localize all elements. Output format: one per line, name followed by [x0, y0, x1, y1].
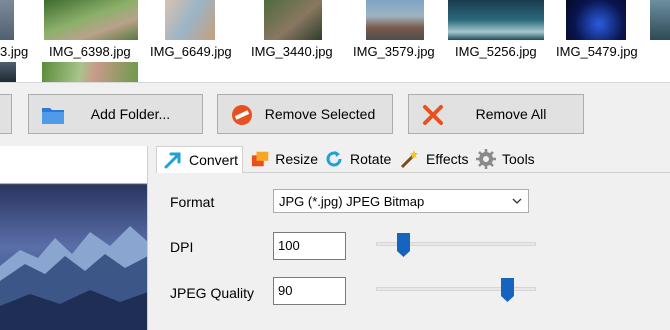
add-files-button[interactable] — [0, 94, 12, 134]
thumbnail-image[interactable] — [0, 62, 16, 82]
jpeg-quality-slider-thumb[interactable] — [501, 278, 514, 302]
jpeg-quality-input[interactable]: 90 — [273, 277, 346, 305]
tab-convert[interactable]: Convert — [156, 146, 243, 173]
dpi-label: DPI — [170, 239, 194, 255]
format-select-value: JPG (*.jpg) JPEG Bitmap — [279, 194, 425, 209]
jpeg-quality-input-value: 90 — [278, 283, 293, 298]
effects-wand-icon — [400, 150, 419, 169]
convert-panel: Format JPG (*.jpg) JPEG Bitmap DPI 100 J… — [156, 172, 670, 330]
thumbnail-caption: IMG_3579.jpg — [353, 44, 435, 59]
dpi-input[interactable]: 100 — [273, 232, 346, 260]
thumbnail-image — [448, 0, 544, 40]
tab-label: Resize — [275, 151, 318, 167]
thumbnail-image — [566, 0, 626, 40]
tab-effects[interactable]: Effects — [394, 146, 470, 172]
remove-all-button[interactable]: Remove All — [408, 94, 584, 134]
dpi-slider[interactable] — [376, 233, 536, 257]
toolbar: Add Folder... Remove Selected Remove All — [0, 82, 670, 146]
remove-selected-icon — [232, 105, 252, 125]
close-x-icon — [423, 105, 443, 125]
thumbnail-image — [264, 0, 322, 40]
resize-icon — [251, 151, 269, 167]
thumbnail-image[interactable] — [42, 62, 138, 82]
tab-label: Tools — [502, 151, 535, 167]
add-folder-button[interactable]: Add Folder... — [28, 94, 203, 134]
thumbnail-caption: IMG_5479.jpg — [556, 44, 638, 59]
jpeg-quality-label: JPEG Quality — [170, 285, 255, 301]
thumbnail-caption: 3.jpg — [0, 44, 29, 59]
tab-label: Rotate — [350, 151, 392, 167]
rotate-icon — [326, 151, 342, 167]
tab-label: Effects — [426, 151, 469, 167]
thumbnail-caption: IMG_3440.jpg — [251, 44, 333, 59]
chevron-down-icon — [512, 198, 522, 204]
dpi-slider-thumb[interactable] — [397, 233, 410, 257]
thumbnail-caption: IMG_5256.jpg — [455, 44, 537, 59]
dpi-input-value: 100 — [278, 238, 300, 253]
jpeg-quality-slider[interactable] — [376, 278, 536, 302]
tab-label: Convert — [189, 152, 239, 168]
tab-resize[interactable]: Resize — [245, 146, 318, 172]
thumbnail-strip: 3.jpg IMG_6398.jpg IMG_6649.jpg IMG_3440… — [0, 0, 670, 82]
folder-icon — [42, 108, 64, 124]
thumbnail-image — [44, 0, 138, 40]
convert-arrow-icon — [164, 152, 181, 169]
thumbnail-caption: IMG_6398.jpg — [49, 44, 131, 59]
preview-image — [0, 146, 147, 330]
thumbnail-caption: IMG_6649.jpg — [150, 44, 232, 59]
thumbnail-image — [650, 0, 670, 40]
remove-selected-button[interactable]: Remove Selected — [217, 94, 393, 134]
format-select[interactable]: JPG (*.jpg) JPEG Bitmap — [273, 189, 529, 213]
tab-rotate[interactable]: Rotate — [318, 146, 394, 172]
format-label: Format — [170, 194, 215, 210]
thumbnail-image — [0, 0, 14, 40]
image-preview — [0, 146, 148, 330]
thumbnail-image — [366, 0, 424, 40]
tools-gear-icon — [476, 149, 496, 169]
thumbnail-image — [165, 0, 215, 40]
tab-tools[interactable]: Tools — [470, 146, 546, 172]
